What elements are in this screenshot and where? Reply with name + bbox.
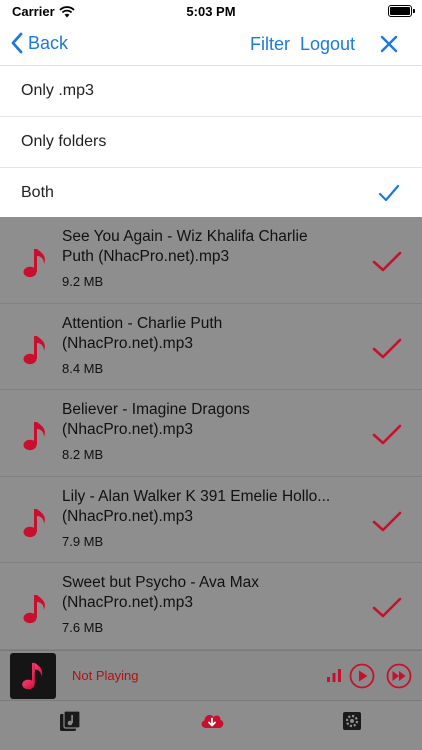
song-size: 7.6 MB	[62, 620, 104, 635]
checkmark-icon	[372, 338, 402, 358]
filter-option-only-folders[interactable]: Only folders	[0, 117, 422, 168]
back-label: Back	[28, 32, 69, 53]
play-icon[interactable]	[349, 663, 375, 689]
song-list: See You Again - Wiz Khalifa Charlie Puth…	[0, 217, 422, 650]
gear-icon[interactable]	[341, 710, 363, 732]
song-title: Believer - Imagine Dragons (NhacPro.net)…	[62, 401, 250, 438]
song-title: See You Again - Wiz Khalifa Charlie Puth…	[62, 228, 308, 265]
song-size: 8.2 MB	[62, 447, 104, 462]
song-row[interactable]: Lily - Alan Walker K 391 Emelie Hollo...…	[0, 477, 422, 563]
back-button[interactable]: Back	[10, 32, 68, 54]
cloud-download-icon[interactable]	[199, 710, 225, 732]
audio-level-icon	[327, 669, 341, 682]
song-row[interactable]: Believer - Imagine Dragons (NhacPro.net)…	[0, 390, 422, 477]
checkmark-icon	[372, 511, 402, 531]
song-title: Sweet but Psycho - Ava Max (NhacPro.net)…	[62, 574, 260, 611]
music-note-icon	[23, 249, 45, 278]
chevron-left-icon	[11, 32, 23, 54]
checkmark-icon	[372, 251, 402, 272]
logout-button[interactable]: Logout	[300, 34, 355, 55]
navigation-bar: Back Filter Logout	[0, 22, 422, 66]
mini-player[interactable]: Not Playing	[0, 650, 422, 700]
filter-option-label: Only folders	[21, 133, 107, 150]
filter-option-label: Both	[21, 184, 54, 201]
filter-option-only-mp3[interactable]: Only .mp3	[0, 66, 422, 117]
library-icon[interactable]	[59, 710, 81, 732]
status-time: 5:03 PM	[186, 4, 236, 19]
battery-icon	[388, 5, 415, 17]
filter-menu: Only .mp3 Only folders Both	[0, 66, 422, 218]
checkmark-icon	[378, 184, 400, 202]
song-size: 8.4 MB	[62, 360, 104, 376]
status-bar: Carrier 5:03 PM	[0, 0, 422, 22]
now-playing-label: Not Playing	[72, 668, 139, 683]
song-row[interactable]: See You Again - Wiz Khalifa Charlie Puth…	[0, 217, 422, 304]
filter-option-both[interactable]: Both	[0, 168, 422, 218]
music-note-icon	[22, 662, 43, 690]
filter-button[interactable]: Filter	[250, 34, 290, 55]
album-artwork[interactable]	[10, 653, 56, 699]
song-title: Lily - Alan Walker K 391 Emelie Hollo...…	[62, 487, 331, 525]
song-row[interactable]: Sweet but Psycho - Ava Max (NhacPro.net)…	[0, 563, 422, 650]
filter-option-label: Only .mp3	[21, 82, 94, 99]
song-size: 9.2 MB	[62, 274, 104, 289]
fast-forward-icon[interactable]	[386, 663, 412, 689]
checkmark-icon	[372, 424, 402, 445]
song-size: 7.9 MB	[62, 533, 104, 549]
tab-bar	[0, 700, 422, 750]
music-note-icon	[23, 335, 45, 364]
music-note-icon	[23, 508, 45, 537]
checkmark-icon	[372, 597, 402, 618]
song-row[interactable]: Attention - Charlie Puth (NhacPro.net).m…	[0, 304, 422, 390]
music-note-icon	[23, 595, 45, 624]
music-note-icon	[23, 422, 45, 451]
close-icon[interactable]	[378, 33, 400, 55]
song-title: Attention - Charlie Puth (NhacPro.net).m…	[62, 314, 223, 352]
